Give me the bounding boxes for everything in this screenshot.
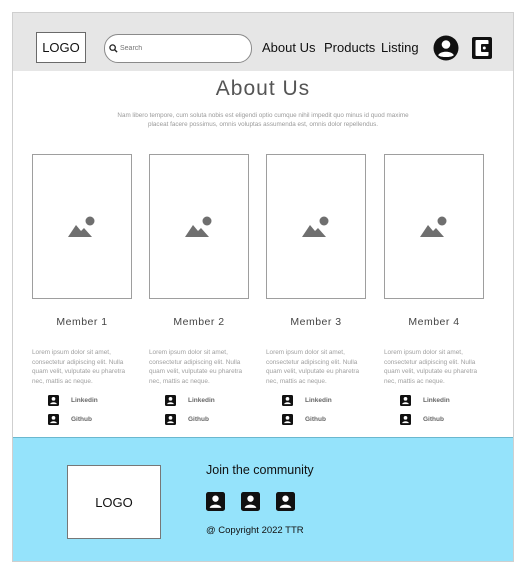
github-label: Github <box>305 415 326 423</box>
member-photo <box>266 154 366 299</box>
github-link[interactable]: Github <box>32 413 132 425</box>
linkedin-link[interactable]: Linkedin <box>384 394 484 406</box>
github-label: Github <box>423 415 444 423</box>
github-label: Github <box>71 415 92 423</box>
member-photo <box>149 154 249 299</box>
linkedin-link[interactable]: Linkedin <box>266 394 366 406</box>
github-link[interactable]: Github <box>149 413 249 425</box>
github-label: Github <box>188 415 209 423</box>
account-box-icon <box>165 394 176 406</box>
account-box-icon[interactable] <box>206 492 225 511</box>
footer-logo[interactable]: LOGO <box>67 465 161 539</box>
member-name: Member 1 <box>56 316 108 328</box>
member-name: Member 4 <box>408 316 460 328</box>
nav-products[interactable]: Products <box>324 40 375 55</box>
member-description: Lorem ipsum dolor sit amet, consectetur … <box>266 349 360 385</box>
member-card: Member 3 Lorem ipsum dolor sit amet, con… <box>266 154 366 425</box>
member-card: Member 1 Lorem ipsum dolor sit amet, con… <box>32 154 132 425</box>
image-placeholder-icon <box>302 216 329 237</box>
page-frame: LOGO About Us Products Listing About Us … <box>12 12 514 562</box>
member-card: Member 4 Lorem ipsum dolor sit amet, con… <box>384 154 484 425</box>
account-box-icon <box>165 413 176 425</box>
account-box-icon <box>282 394 293 406</box>
search-bar[interactable] <box>104 34 252 63</box>
search-input[interactable] <box>118 45 240 52</box>
account-box-icon <box>282 413 293 425</box>
image-placeholder-icon <box>68 216 95 237</box>
github-link[interactable]: Github <box>266 413 366 425</box>
linkedin-link[interactable]: Linkedin <box>32 394 132 406</box>
header-logo[interactable]: LOGO <box>36 32 86 63</box>
footer: LOGO Join the community @ Copyright 2022… <box>13 437 513 561</box>
member-description: Lorem ipsum dolor sit amet, consectetur … <box>149 349 243 385</box>
member-description: Lorem ipsum dolor sit amet, consectetur … <box>384 349 478 385</box>
member-name: Member 3 <box>290 316 342 328</box>
nav-about-us[interactable]: About Us <box>262 40 315 55</box>
member-name: Member 2 <box>173 316 225 328</box>
member-photo <box>384 154 484 299</box>
join-community-heading: Join the community <box>206 463 314 477</box>
linkedin-link[interactable]: Linkedin <box>149 394 249 406</box>
linkedin-label: Linkedin <box>305 396 332 404</box>
member-photo <box>32 154 132 299</box>
account-box-icon <box>48 413 59 425</box>
header: LOGO About Us Products Listing <box>13 13 513 71</box>
wallet-icon[interactable] <box>471 35 493 61</box>
linkedin-label: Linkedin <box>188 396 215 404</box>
about-title: About Us <box>215 77 311 100</box>
member-description: Lorem ipsum dolor sit amet, consectetur … <box>32 349 126 385</box>
nav-listing[interactable]: Listing <box>381 40 419 55</box>
account-box-icon <box>48 394 59 406</box>
account-box-icon <box>400 413 411 425</box>
account-box-icon <box>400 394 411 406</box>
account-box-icon[interactable] <box>276 492 295 511</box>
account-box-icon[interactable] <box>241 492 260 511</box>
linkedin-label: Linkedin <box>71 396 98 404</box>
search-icon <box>109 44 118 53</box>
about-subtitle: Nam libero tempore, cum soluta nobis est… <box>117 112 409 128</box>
member-card: Member 2 Lorem ipsum dolor sit amet, con… <box>149 154 249 425</box>
image-placeholder-icon <box>420 216 447 237</box>
copyright-text: @ Copyright 2022 TTR <box>206 525 304 536</box>
github-link[interactable]: Github <box>384 413 484 425</box>
account-circle-icon[interactable] <box>433 35 459 61</box>
image-placeholder-icon <box>185 216 212 237</box>
linkedin-label: Linkedin <box>423 396 450 404</box>
